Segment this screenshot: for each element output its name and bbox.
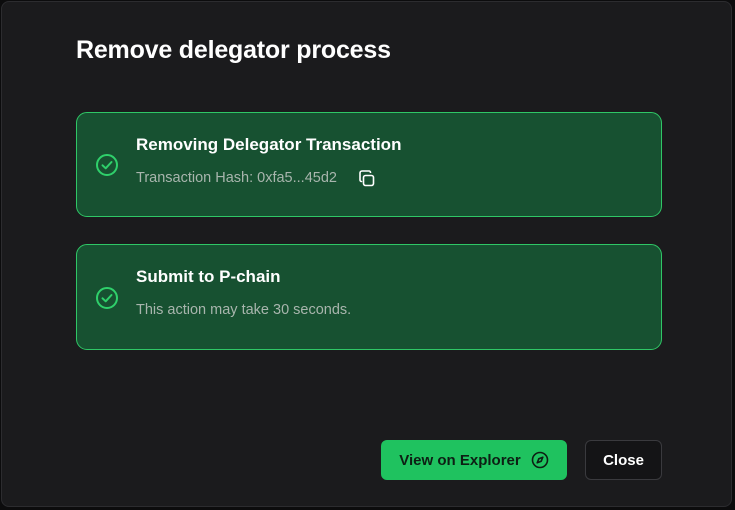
view-on-explorer-label: View on Explorer [399,451,521,469]
transaction-hash: Transaction Hash: 0xfa5...45d2 [136,170,337,186]
step-title: Submit to P-chain [136,267,281,286]
copy-icon[interactable] [357,169,377,189]
step-description: This action may take 30 seconds. [136,302,352,318]
step-submit-p-chain: Submit to P-chain This action may take 3… [76,244,662,350]
view-on-explorer-button[interactable]: View on Explorer [381,440,567,480]
close-button[interactable]: Close [585,440,662,480]
step-title: Removing Delegator Transaction [136,135,402,154]
dialog-title: Remove delegator process [76,36,391,64]
check-circle-icon [95,286,119,310]
compass-icon [531,451,549,469]
check-circle-icon [95,153,119,177]
step-removing-delegator: Removing Delegator Transaction Transacti… [76,112,662,217]
remove-delegator-dialog: Remove delegator process Removing Delega… [1,1,732,507]
